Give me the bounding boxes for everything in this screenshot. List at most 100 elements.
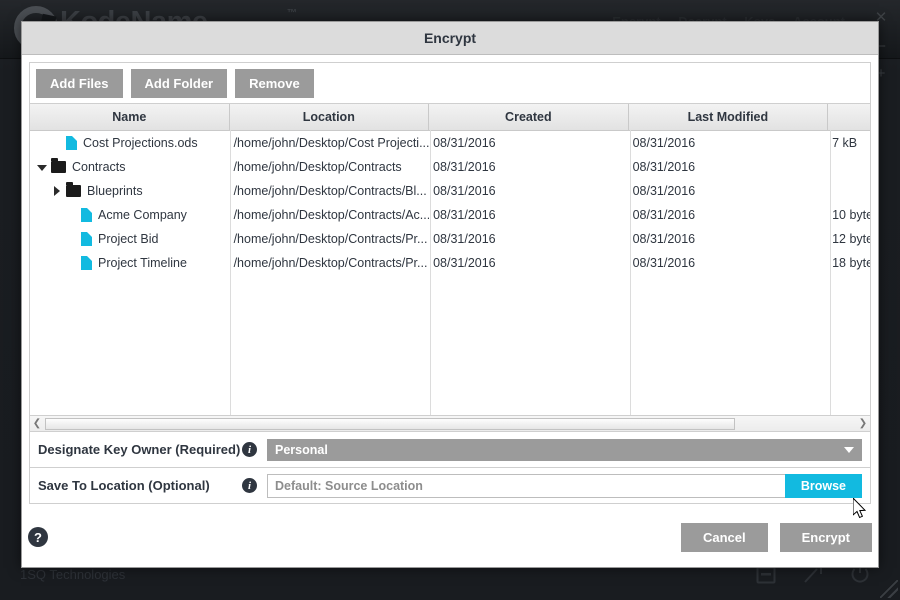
save-location-input[interactable] bbox=[267, 473, 785, 498]
row-name-label: Acme Company bbox=[98, 208, 187, 222]
scroll-left-arrow-icon[interactable]: ❮ bbox=[30, 417, 44, 431]
column-divider bbox=[230, 130, 231, 415]
row-name-label: Blueprints bbox=[87, 184, 143, 198]
browse-button[interactable]: Browse bbox=[784, 473, 862, 498]
app-logo-trademark: ™ bbox=[287, 8, 297, 19]
app-footer-icon-bar[interactable] bbox=[756, 565, 870, 590]
folder-icon bbox=[51, 158, 66, 173]
cell-location: /home/john/Desktop/Contracts/Ac... bbox=[233, 208, 430, 222]
power-icon[interactable] bbox=[850, 565, 870, 590]
row-name-label: Cost Projections.ods bbox=[83, 136, 198, 150]
cell-name: Acme Company bbox=[30, 203, 230, 227]
folder-icon bbox=[66, 182, 81, 197]
table-row[interactable]: Project Timeline/home/john/Desktop/Contr… bbox=[30, 251, 870, 275]
key-owner-row: Designate Key Owner (Required) i Persona… bbox=[29, 432, 871, 468]
twisty-placeholder bbox=[66, 209, 79, 222]
file-icon bbox=[81, 232, 92, 246]
cell-location: /home/john/Desktop/Contracts/Pr... bbox=[233, 256, 428, 270]
file-icon bbox=[81, 256, 92, 270]
key-icon[interactable] bbox=[802, 565, 824, 590]
twisty-right-icon[interactable] bbox=[51, 185, 64, 198]
horizontal-scrollbar[interactable]: ❮ ❯ bbox=[29, 416, 871, 432]
dialog-titlebar: Encrypt bbox=[22, 22, 878, 55]
chevron-down-icon bbox=[844, 446, 854, 453]
row-name-label: Project Timeline bbox=[98, 256, 187, 270]
table-row[interactable]: Project Bid/home/john/Desktop/Contracts/… bbox=[30, 227, 870, 251]
cell-last-modified: 08/31/2016 bbox=[632, 256, 696, 270]
table-row[interactable]: Cost Projections.ods/home/john/Desktop/C… bbox=[30, 131, 870, 155]
cell-last-modified: 08/31/2016 bbox=[632, 208, 696, 222]
key-owner-select[interactable]: Personal bbox=[267, 438, 862, 461]
column-header-last-modified[interactable]: Last Modified bbox=[629, 104, 829, 130]
encrypt-dialog: Encrypt Add Files Add Folder Remove Name… bbox=[21, 21, 879, 568]
column-divider bbox=[830, 130, 831, 415]
info-icon[interactable]: i bbox=[242, 478, 257, 493]
cell-size: 18 bytes bbox=[832, 256, 870, 270]
file-toolbar: Add Files Add Folder Remove bbox=[29, 62, 871, 103]
cancel-button[interactable]: Cancel bbox=[680, 522, 768, 552]
cell-size: 10 bytes bbox=[832, 208, 870, 222]
cell-location: /home/john/Desktop/Contracts/Bl... bbox=[233, 184, 427, 198]
table-body: Cost Projections.ods/home/john/Desktop/C… bbox=[30, 131, 870, 275]
cell-location: /home/john/Desktop/Cost Projecti... bbox=[233, 136, 430, 150]
column-divider bbox=[430, 130, 431, 415]
save-location-field-group: Browse bbox=[267, 473, 862, 498]
table-row[interactable]: Contracts/home/john/Desktop/Contracts 08/… bbox=[30, 155, 870, 179]
app-footer-company: 1SQ Technologies bbox=[20, 567, 126, 582]
save-location-row: Save To Location (Optional) i Browse bbox=[29, 468, 871, 504]
cell-size: 12 bytes bbox=[832, 232, 870, 246]
cell-last-modified: 08/31/2016 bbox=[632, 232, 696, 246]
cell-location: /home/john/Desktop/Contracts bbox=[233, 160, 402, 174]
twisty-placeholder bbox=[66, 233, 79, 246]
key-owner-label: Designate Key Owner (Required) bbox=[38, 442, 241, 457]
file-icon bbox=[66, 136, 77, 150]
dialog-footer: ? Cancel Encrypt bbox=[22, 511, 878, 563]
column-divider bbox=[630, 130, 631, 415]
cell-created: 08/31/2016 bbox=[433, 232, 496, 246]
column-header-location[interactable]: Location bbox=[230, 104, 430, 130]
note-icon[interactable] bbox=[756, 566, 776, 589]
cell-last-modified: 08/31/2016 bbox=[632, 160, 696, 174]
row-name-label: Contracts bbox=[72, 160, 126, 174]
dialog-body: Add Files Add Folder Remove Name Locatio… bbox=[22, 55, 878, 511]
scroll-right-arrow-icon[interactable]: ❯ bbox=[856, 417, 870, 431]
cell-size bbox=[828, 179, 870, 203]
twisty-placeholder bbox=[51, 137, 64, 150]
column-header-name[interactable]: Name bbox=[30, 104, 230, 130]
table-header-row: Name Location Created Last Modified bbox=[30, 104, 870, 131]
file-icon bbox=[81, 208, 92, 222]
cell-created: 08/31/2016 bbox=[433, 208, 496, 222]
add-files-button[interactable]: Add Files bbox=[36, 68, 123, 98]
table-row[interactable]: Acme Company/home/john/Desktop/Contracts… bbox=[30, 203, 870, 227]
cell-size: 7 kB bbox=[832, 136, 858, 150]
file-table: Name Location Created Last Modified Cost… bbox=[29, 103, 871, 416]
row-name-label: Project Bid bbox=[98, 232, 159, 246]
cell-created: 08/31/2016 bbox=[433, 136, 496, 150]
cell-last-modified: 08/31/2016 bbox=[632, 136, 696, 150]
cell-name: Project Timeline bbox=[30, 251, 230, 275]
column-header-created[interactable]: Created bbox=[429, 104, 629, 130]
column-header-size[interactable] bbox=[828, 104, 870, 130]
encrypt-button[interactable]: Encrypt bbox=[779, 522, 872, 552]
twisty-down-icon[interactable] bbox=[36, 161, 49, 174]
cell-name: Blueprints bbox=[30, 179, 230, 203]
key-owner-value: Personal bbox=[275, 442, 328, 457]
table-row[interactable]: Blueprints/home/john/Desktop/Contracts/B… bbox=[30, 179, 870, 203]
window-resize-grip[interactable] bbox=[880, 580, 898, 598]
add-folder-button[interactable]: Add Folder bbox=[130, 68, 228, 98]
cell-created: 08/31/2016 bbox=[433, 160, 496, 174]
cell-name: Contracts bbox=[30, 155, 230, 179]
help-icon[interactable]: ? bbox=[28, 527, 48, 547]
cell-last-modified: 08/31/2016 bbox=[632, 184, 696, 198]
info-icon[interactable]: i bbox=[242, 442, 257, 457]
remove-button[interactable]: Remove bbox=[235, 68, 314, 98]
cell-created: 08/31/2016 bbox=[433, 256, 496, 270]
dialog-title: Encrypt bbox=[423, 30, 477, 46]
cell-name: Cost Projections.ods bbox=[30, 131, 230, 155]
cell-created: 08/31/2016 bbox=[433, 184, 496, 198]
cell-size bbox=[828, 155, 870, 179]
save-location-label: Save To Location (Optional) bbox=[38, 478, 210, 493]
scrollbar-thumb[interactable] bbox=[45, 417, 735, 430]
twisty-placeholder bbox=[66, 257, 79, 270]
cell-location: /home/john/Desktop/Contracts/Pr... bbox=[233, 232, 428, 246]
